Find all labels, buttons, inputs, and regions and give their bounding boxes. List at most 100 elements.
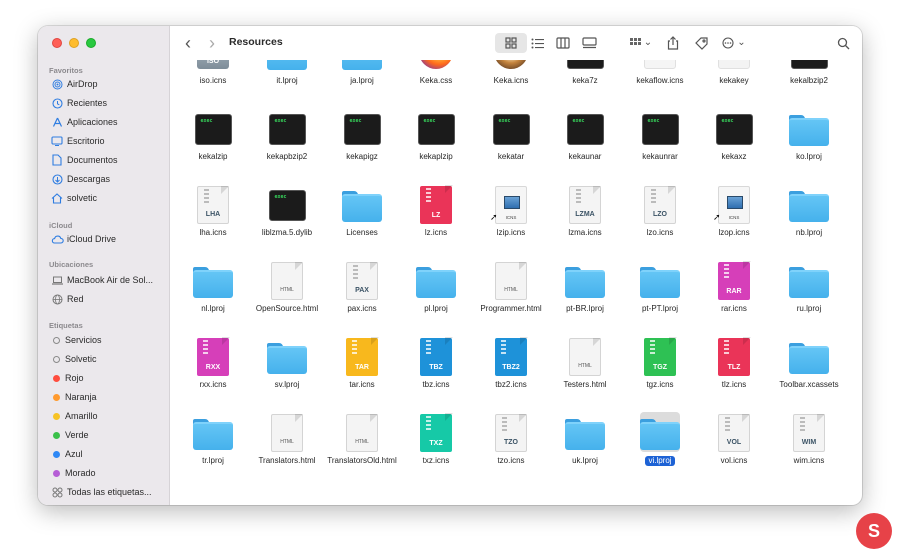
file-item[interactable]: nb.lproj xyxy=(772,184,846,238)
file-thumbnail: VOL xyxy=(714,412,754,452)
folder-icon xyxy=(267,60,307,70)
file-item[interactable]: pl.lproj xyxy=(399,260,473,314)
file-item[interactable]: exec kekaxz xyxy=(697,108,771,162)
sidebar-item-aplicaciones[interactable]: Aplicaciones xyxy=(50,113,118,131)
file-name: ko.lproj xyxy=(796,152,822,161)
file-item[interactable]: HTML Translators.html xyxy=(250,412,324,466)
home-icon xyxy=(50,192,64,204)
file-item[interactable]: VOL vol.icns xyxy=(697,412,771,466)
file-thumbnail xyxy=(789,260,829,300)
file-item[interactable]: Keka.css xyxy=(399,60,473,86)
sidebar-item-solvetic[interactable]: Solvetic xyxy=(50,350,97,368)
sidebar-item-documentos[interactable]: Documentos xyxy=(50,151,118,169)
file-item[interactable]: ko.lproj xyxy=(772,108,846,162)
file-item[interactable]: exec keka7z xyxy=(548,60,622,86)
list-view-button[interactable] xyxy=(525,33,549,53)
file-item[interactable]: uk.lproj xyxy=(548,412,622,466)
sidebar-item-naranja[interactable]: Naranja xyxy=(50,388,97,406)
back-button[interactable]: ‹ xyxy=(180,33,196,53)
file-thumbnail: LZ xyxy=(416,184,456,224)
minimize-button[interactable] xyxy=(69,38,79,48)
file-item[interactable]: ja.lproj xyxy=(325,60,399,86)
file-item[interactable]: exec kekatar xyxy=(474,108,548,162)
file-item[interactable]: TGZ tgz.icns xyxy=(623,336,697,390)
sidebar-item-todas-las-etiquetas[interactable]: Todas las etiquetas... xyxy=(50,483,152,501)
sidebar-item-macbook-air-de-sol[interactable]: MacBook Air de Sol... xyxy=(50,271,153,289)
file-item[interactable]: kekakey xyxy=(697,60,771,86)
file-item[interactable]: HTML OpenSource.html xyxy=(250,260,324,314)
file-item[interactable]: TLZ tlz.icns xyxy=(697,336,771,390)
sidebar-item-label: Azul xyxy=(65,449,83,459)
file-item[interactable]: TZO tzo.icns xyxy=(474,412,548,466)
sidebar-item-label: Solvetic xyxy=(65,354,97,364)
file-item[interactable]: kekaflow.icns xyxy=(623,60,697,86)
sidebar-item-azul[interactable]: Azul xyxy=(50,445,83,463)
archive-file-icon: TGZ xyxy=(644,337,677,376)
file-item[interactable]: LZ lz.icns xyxy=(399,184,473,238)
forward-button[interactable]: › xyxy=(204,33,220,53)
file-item[interactable]: exec kekapigz xyxy=(325,108,399,162)
file-item[interactable]: ru.lproj xyxy=(772,260,846,314)
file-item[interactable]: pt-BR.lproj xyxy=(548,260,622,314)
file-item[interactable]: LZMA lzma.icns xyxy=(548,184,622,238)
more-actions-button[interactable]: ⌄ xyxy=(720,33,748,53)
group-button[interactable]: ⌄ xyxy=(628,33,654,53)
zoom-button[interactable] xyxy=(86,38,96,48)
close-button[interactable] xyxy=(52,38,62,48)
sidebar-item-escritorio[interactable]: Escritorio xyxy=(50,132,105,150)
cloud-icon xyxy=(50,235,64,244)
file-item[interactable]: pt-PT.lproj xyxy=(623,260,697,314)
sidebar-item-label: Amarillo xyxy=(65,411,98,421)
file-item[interactable]: HTML TranslatorsOld.html xyxy=(325,412,399,466)
gallery-view-button[interactable] xyxy=(577,33,601,53)
file-item[interactable]: Keka.icns xyxy=(474,60,548,86)
sidebar-item-airdrop[interactable]: AirDrop xyxy=(50,75,98,93)
file-item[interactable]: tr.lproj xyxy=(176,412,250,466)
search-button[interactable] xyxy=(834,33,852,53)
sidebar-item-rojo[interactable]: Rojo xyxy=(50,369,84,387)
file-item[interactable]: sv.lproj xyxy=(250,336,324,390)
file-item[interactable]: TXZ txz.icns xyxy=(399,412,473,466)
file-item[interactable]: PAX pax.icns xyxy=(325,260,399,314)
file-item[interactable]: Licenses xyxy=(325,184,399,238)
file-item[interactable]: Toolbar.xcassets xyxy=(772,336,846,390)
sidebar-item-recientes[interactable]: Recientes xyxy=(50,94,107,112)
file-item[interactable]: LZO lzo.icns xyxy=(623,184,697,238)
tag-dot-icon xyxy=(53,450,60,458)
sidebar-item-morado[interactable]: Morado xyxy=(50,464,96,482)
file-item[interactable]: it.lproj xyxy=(250,60,324,86)
sidebar-item-servicios[interactable]: Servicios xyxy=(50,331,102,349)
file-item[interactable]: exec kekaunrar xyxy=(623,108,697,162)
sidebar-item-solvetic[interactable]: solvetic xyxy=(50,189,97,207)
file-item[interactable]: nl.lproj xyxy=(176,260,250,314)
file-item[interactable]: ICNS ➚ lzop.icns xyxy=(697,184,771,238)
file-item[interactable]: exec kekaunar xyxy=(548,108,622,162)
tags-button[interactable] xyxy=(692,33,710,53)
sidebar-item-icloud-drive[interactable]: iCloud Drive xyxy=(50,230,116,248)
file-item[interactable]: RXX rxx.icns xyxy=(176,336,250,390)
file-item[interactable]: exec kekalbzip2 xyxy=(772,60,846,86)
file-item[interactable]: TAR tar.icns xyxy=(325,336,399,390)
file-item[interactable]: exec kekalzip xyxy=(176,108,250,162)
file-item[interactable]: ICNS ➚ lzip.icns xyxy=(474,184,548,238)
sidebar-item-amarillo[interactable]: Amarillo xyxy=(50,407,98,425)
file-item[interactable]: HTML Testers.html xyxy=(548,336,622,390)
file-item[interactable]: HTML Programmer.html xyxy=(474,260,548,314)
file-item[interactable]: exec liblzma.5.dylib xyxy=(250,184,324,238)
file-item[interactable]: vi.lproj xyxy=(623,412,697,466)
file-item[interactable]: LHA lha.icns xyxy=(176,184,250,238)
file-item[interactable]: exec kekaplzip xyxy=(399,108,473,162)
file-item[interactable]: TBZ tbz.icns xyxy=(399,336,473,390)
alias-arrow-icon: ➚ xyxy=(490,212,498,222)
sidebar-item-verde[interactable]: Verde xyxy=(50,426,89,444)
sidebar-item-descargas[interactable]: Descargas xyxy=(50,170,110,188)
file-item[interactable]: ISO iso.icns xyxy=(176,60,250,86)
file-item[interactable]: TBZ2 tbz2.icns xyxy=(474,336,548,390)
column-view-button[interactable] xyxy=(551,33,575,53)
share-button[interactable] xyxy=(664,33,682,53)
file-item[interactable]: RAR rar.icns xyxy=(697,260,771,314)
icon-view-button[interactable] xyxy=(499,33,523,53)
file-item[interactable]: WIM wim.icns xyxy=(772,412,846,466)
sidebar-item-red[interactable]: Red xyxy=(50,290,84,308)
file-item[interactable]: exec kekapbzip2 xyxy=(250,108,324,162)
